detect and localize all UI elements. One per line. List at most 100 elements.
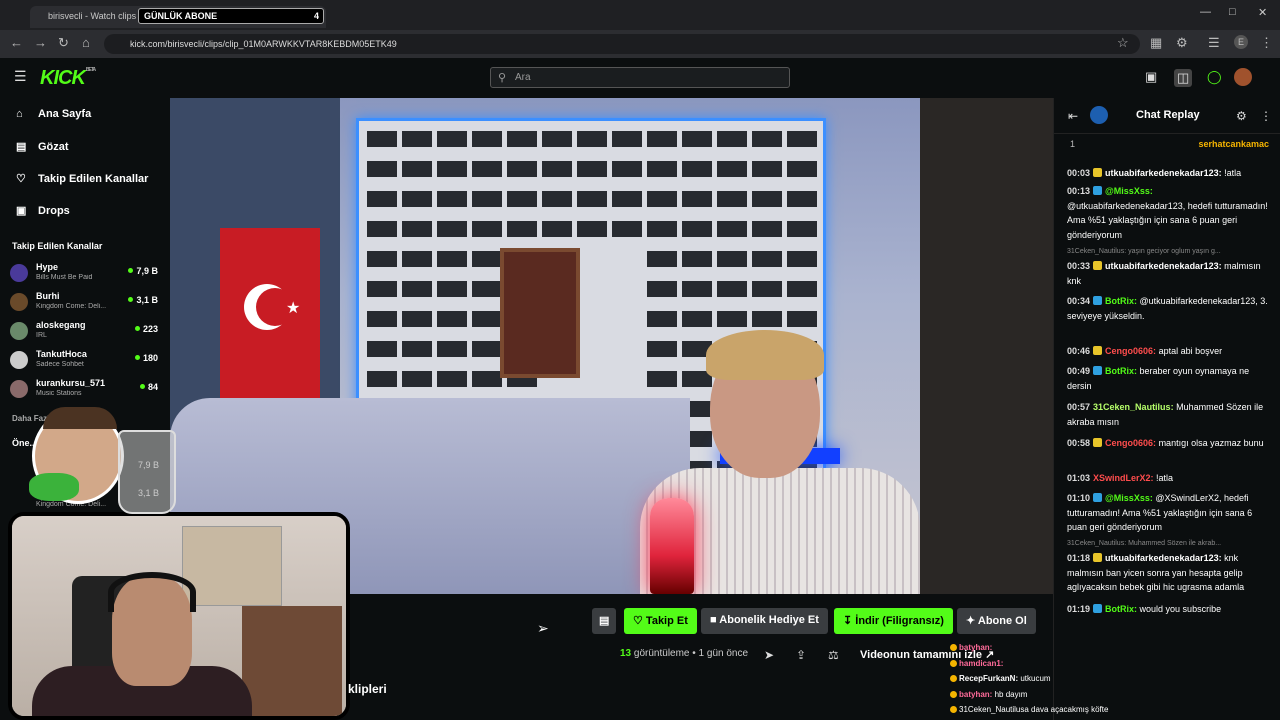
sidebar-item-home[interactable]: ⌂ Ana Sayfa [16,108,91,120]
kick-coin-icon[interactable]: ◯ [1207,69,1222,85]
channel-item-kurankursu[interactable]: kurankursu_571 Music Stations 84 [10,378,162,404]
city-plate [577,161,607,177]
share-icon[interactable]: ➤ [764,648,774,662]
city-plate [507,221,537,237]
user-badge-icon [1093,366,1103,375]
city-plate [402,131,432,147]
sub-goal-label: GÜNLÜK ABONE [144,11,218,21]
sidebar-item-following[interactable]: ♡ Takip Edilen Kanallar [16,172,148,186]
message-username[interactable]: BotRix: [1105,604,1137,614]
user-settings-icon[interactable]: ⚙ [1236,109,1247,123]
collapse-chat-icon[interactable]: ⇤ [1068,109,1078,123]
channel-item-tankuthoca[interactable]: TankutHoca Sadece Sohbet 180 [10,349,162,375]
user-badge-icon [1093,604,1103,613]
message-timestamp: 00:58 [1067,438,1091,448]
hamburger-menu-icon[interactable]: ☰ [14,68,27,85]
minimize-icon[interactable]: — [1200,6,1211,18]
subscribe-button[interactable]: ✦ Abone Ol [957,608,1036,634]
message-username[interactable]: @MissXss: [1105,493,1153,503]
message-username[interactable]: 31Ceken_Nautilus: [1093,402,1174,412]
city-plate [367,371,397,387]
city-plate [402,281,432,297]
shelf [242,606,342,716]
chat-message: 01:19 BotRix: would you subscribe [1067,602,1271,617]
bookmark-star-icon[interactable]: ☆ [1117,35,1129,51]
reload-icon[interactable]: ↻ [58,35,69,51]
gift-icon: ■ [710,614,720,626]
puzzle-icon[interactable]: ⚙ [1176,35,1188,51]
message-timestamp: 00:03 [1067,168,1091,178]
browser-menu-icon[interactable]: ⋮ [1260,35,1273,51]
extension-icon[interactable]: ▦ [1150,35,1162,51]
user-badge-icon [1093,493,1103,502]
city-plate [752,131,782,147]
sidebar-item-drops[interactable]: ▣ Drops [16,204,70,218]
channel-category: Bills Must Be Paid [36,274,93,281]
city-plate [682,251,712,267]
theater-mode-icon[interactable]: ▣ [1145,69,1157,85]
kick-logo[interactable]: KICKBETA [40,67,96,90]
chat-message: 01:10 @MissXss: @XSwindLerX2, hedefi tutt… [1067,491,1271,535]
clips-heading: klipleri [348,682,387,696]
reading-list-icon[interactable]: ☰ [1208,35,1220,51]
city-plate [647,221,677,237]
chat-message: 00:13 @MissXss: @utkuabifarkedenekadar123… [1067,184,1271,242]
browser-titlebar: birisvecli - Watch clips on Ki GÜNLÜK AB… [0,0,1280,30]
pinned-number: 1 [1070,139,1076,149]
scale-icon[interactable]: ⚖ [828,648,839,662]
profile-avatar[interactable]: E [1234,35,1248,49]
doorway [920,98,1053,594]
city-plate [787,221,817,237]
message-username[interactable]: Cengo0606: [1105,346,1156,356]
message-text: 31Ceken_Nautilus: yaşın geciyor oglum ya… [1067,248,1221,255]
avatar [10,380,28,398]
message-username[interactable]: BotRix: [1105,366,1137,376]
message-username[interactable]: utkuabifarkedenekadar123: [1105,553,1222,563]
user-avatar[interactable] [1234,68,1252,86]
city-plate [682,161,712,177]
close-icon[interactable]: ✕ [1258,6,1267,19]
search-input[interactable]: ⚲ Ara [490,67,790,88]
home-browser-icon[interactable]: ⌂ [82,35,90,50]
city-plate [577,221,607,237]
message-username[interactable]: @MissXss: [1105,186,1153,196]
back-icon[interactable]: ← [10,35,23,50]
message-username[interactable]: Cengo0606: [1105,438,1156,448]
message-username[interactable]: BotRix: [1105,296,1137,306]
follow-label: Takip Et [645,615,688,627]
city-plate [717,191,747,207]
message-text: mantıgı olsa yazmaz bunu [1156,438,1264,448]
export-icon[interactable]: ⇪ [796,648,806,662]
maximize-icon[interactable]: □ [1229,6,1236,18]
chat-message: 01:18 utkuabifarkedenekadar123: knk malmı… [1067,551,1271,595]
channel-item-hype[interactable]: Hype Bills Must Be Paid 7,9 B [10,262,162,288]
message-text: would you subscribe [1137,604,1222,614]
user-badge-icon [1093,168,1103,177]
sidebar-item-label: Gözat [38,140,69,153]
forward-icon[interactable]: → [34,35,47,50]
theater-toggle-button[interactable]: ▤ [592,608,617,634]
sidebar-item-browse[interactable]: ▤ Gözat [16,140,69,154]
time-ago: • 1 gün önce [692,648,749,659]
url-field[interactable]: kick.com/birisvecli/clips/clip_01M0ARWKK… [104,34,1140,54]
channel-item-burhi[interactable]: Burhi Kingdom Come: Deli... 3,1 B [10,291,162,317]
city-plate [367,221,397,237]
pinned-user[interactable]: serhatcankamac [1198,139,1269,149]
city-plate [682,311,712,327]
chat-message: 00:33 utkuabifarkedenekadar123: malmısın … [1067,259,1271,288]
message-username[interactable]: XSwindLerX2: [1093,473,1154,483]
message-username[interactable]: utkuabifarkedenekadar123: [1105,168,1222,178]
views-count: 13 [620,648,632,659]
city-plate [612,221,642,237]
channel-item-aloskegang[interactable]: aloskegang IRL 223 [10,320,162,346]
message-username[interactable]: utkuabifarkedenekadar123: [1105,261,1222,271]
gift-sub-button[interactable]: ■ Abonelik Hediye Et [701,608,828,634]
download-button[interactable]: ↧ İndir (Filigransız) [834,608,953,634]
follow-button[interactable]: ♡ Takip Et [624,608,697,634]
city-plate [752,281,782,297]
channel-category: Kingdom Come: Deli... [36,303,107,310]
layout-icon[interactable]: ◫ [1174,69,1193,87]
city-plate [542,221,572,237]
chat-message: 00:58 Cengo0606: mantıgı olsa yazmaz bunu [1067,436,1271,451]
more-options-icon[interactable]: ⋮ [1260,109,1272,123]
